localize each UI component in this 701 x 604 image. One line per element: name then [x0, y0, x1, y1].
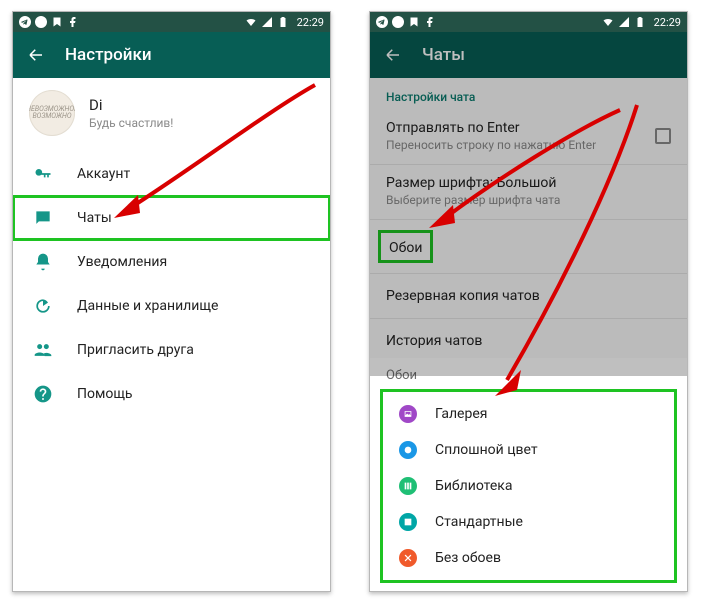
chrome-icon	[392, 16, 404, 28]
wallpaper-sheet: Обои Галерея Сплошной цвет Библиотека	[370, 358, 687, 591]
appbar: Чаты	[370, 32, 687, 78]
row-history[interactable]: История чатов	[370, 319, 687, 363]
gallery-icon	[399, 405, 417, 423]
section-header: Настройки чата	[370, 78, 687, 110]
bell-icon	[33, 252, 53, 272]
page-title: Настройки	[65, 45, 152, 65]
statusbar: 22:29	[370, 12, 687, 32]
signal-icon	[618, 16, 630, 28]
settings-body: НЕВОЗМОЖНОЕ ВОЗМОЖНО Di Будь счастлив! А…	[13, 78, 330, 591]
statusbar: 22:29	[13, 12, 330, 32]
default-icon	[399, 513, 417, 531]
facebook-icon	[424, 16, 436, 28]
row-subtitle: Выберите размер шрифта чата	[386, 193, 671, 207]
wifi-icon	[245, 16, 257, 28]
settings-item-help[interactable]: Помощь	[13, 372, 330, 416]
help-icon	[33, 384, 53, 404]
option-label: Стандартные	[435, 514, 523, 530]
settings-item-storage[interactable]: Данные и хранилище	[13, 284, 330, 328]
row-title: Резервная копия чатов	[386, 288, 540, 304]
library-icon	[399, 477, 417, 495]
menu-label: Данные и хранилище	[77, 298, 218, 314]
telegram-icon	[376, 16, 388, 28]
bookmark-icon	[51, 16, 63, 28]
avatar: НЕВОЗМОЖНОЕ ВОЗМОЖНО	[29, 90, 75, 136]
page-title: Чаты	[422, 45, 465, 65]
row-title: Обои	[389, 240, 422, 256]
wallpaper-option-library[interactable]: Библиотека	[383, 468, 674, 504]
row-wallpaper[interactable]: Обои	[370, 220, 687, 274]
checkbox[interactable]	[655, 128, 671, 144]
option-label: Без обоев	[435, 550, 501, 566]
option-label: Сплошной цвет	[435, 442, 538, 458]
facebook-icon	[67, 16, 79, 28]
palette-icon	[399, 441, 417, 459]
settings-item-invite[interactable]: Пригласить друга	[13, 328, 330, 372]
key-icon	[33, 164, 53, 184]
status-time: 22:29	[297, 16, 324, 29]
chat-icon	[33, 208, 53, 228]
menu-label: Аккаунт	[77, 166, 130, 182]
wallpaper-option-none[interactable]: Без обоев	[383, 540, 674, 576]
sheet-title: Обои	[370, 358, 687, 389]
battery-icon	[277, 16, 289, 28]
row-title: История чатов	[386, 333, 482, 349]
option-label: Библиотека	[435, 478, 512, 494]
settings-item-chats[interactable]: Чаты	[13, 196, 330, 240]
row-font-size[interactable]: Размер шрифта: Большой Выберите размер ш…	[370, 165, 687, 220]
signal-icon	[261, 16, 273, 28]
wifi-icon	[602, 16, 614, 28]
menu-label: Помощь	[77, 386, 133, 402]
row-backup[interactable]: Резервная копия чатов	[370, 274, 687, 319]
menu-label: Уведомления	[77, 254, 167, 270]
status-time: 22:29	[654, 16, 681, 29]
settings-item-account[interactable]: Аккаунт	[13, 152, 330, 196]
appbar: Настройки	[13, 32, 330, 78]
phone-settings: 22:29 Настройки НЕВОЗМОЖНОЕ ВОЗМОЖНО Di …	[12, 11, 331, 592]
sheet-highlight: Галерея Сплошной цвет Библиотека Стандар…	[380, 389, 677, 583]
profile-name: Di	[89, 96, 173, 114]
wallpaper-option-solid[interactable]: Сплошной цвет	[383, 432, 674, 468]
profile-status: Будь счастлив!	[89, 116, 173, 130]
data-icon	[33, 296, 53, 316]
option-label: Галерея	[435, 406, 487, 422]
menu-label: Пригласить друга	[77, 342, 194, 358]
menu-label: Чаты	[77, 210, 112, 226]
row-title: Отправлять по Enter	[386, 120, 655, 136]
phone-chats: 22:29 Чаты Настройки чата Отправлять по …	[369, 11, 688, 592]
no-wallpaper-icon	[399, 549, 417, 567]
chrome-icon	[35, 16, 47, 28]
row-title: Размер шрифта: Большой	[386, 175, 671, 191]
chats-body: Настройки чата Отправлять по Enter Перен…	[370, 78, 687, 591]
settings-list: Аккаунт Чаты Уведомления Данные и хранил…	[13, 146, 330, 422]
bookmark-icon	[408, 16, 420, 28]
wallpaper-option-default[interactable]: Стандартные	[383, 504, 674, 540]
row-subtitle: Переносить строку по нажатию Enter	[386, 138, 655, 152]
row-send-enter[interactable]: Отправлять по Enter Переносить строку по…	[370, 110, 687, 165]
back-icon[interactable]	[27, 46, 45, 64]
profile-row[interactable]: НЕВОЗМОЖНОЕ ВОЗМОЖНО Di Будь счастлив!	[13, 78, 330, 146]
telegram-icon	[19, 16, 31, 28]
back-icon[interactable]	[384, 46, 402, 64]
wallpaper-option-gallery[interactable]: Галерея	[383, 396, 674, 432]
settings-item-notifications[interactable]: Уведомления	[13, 240, 330, 284]
people-icon	[33, 340, 53, 360]
battery-icon	[634, 16, 646, 28]
